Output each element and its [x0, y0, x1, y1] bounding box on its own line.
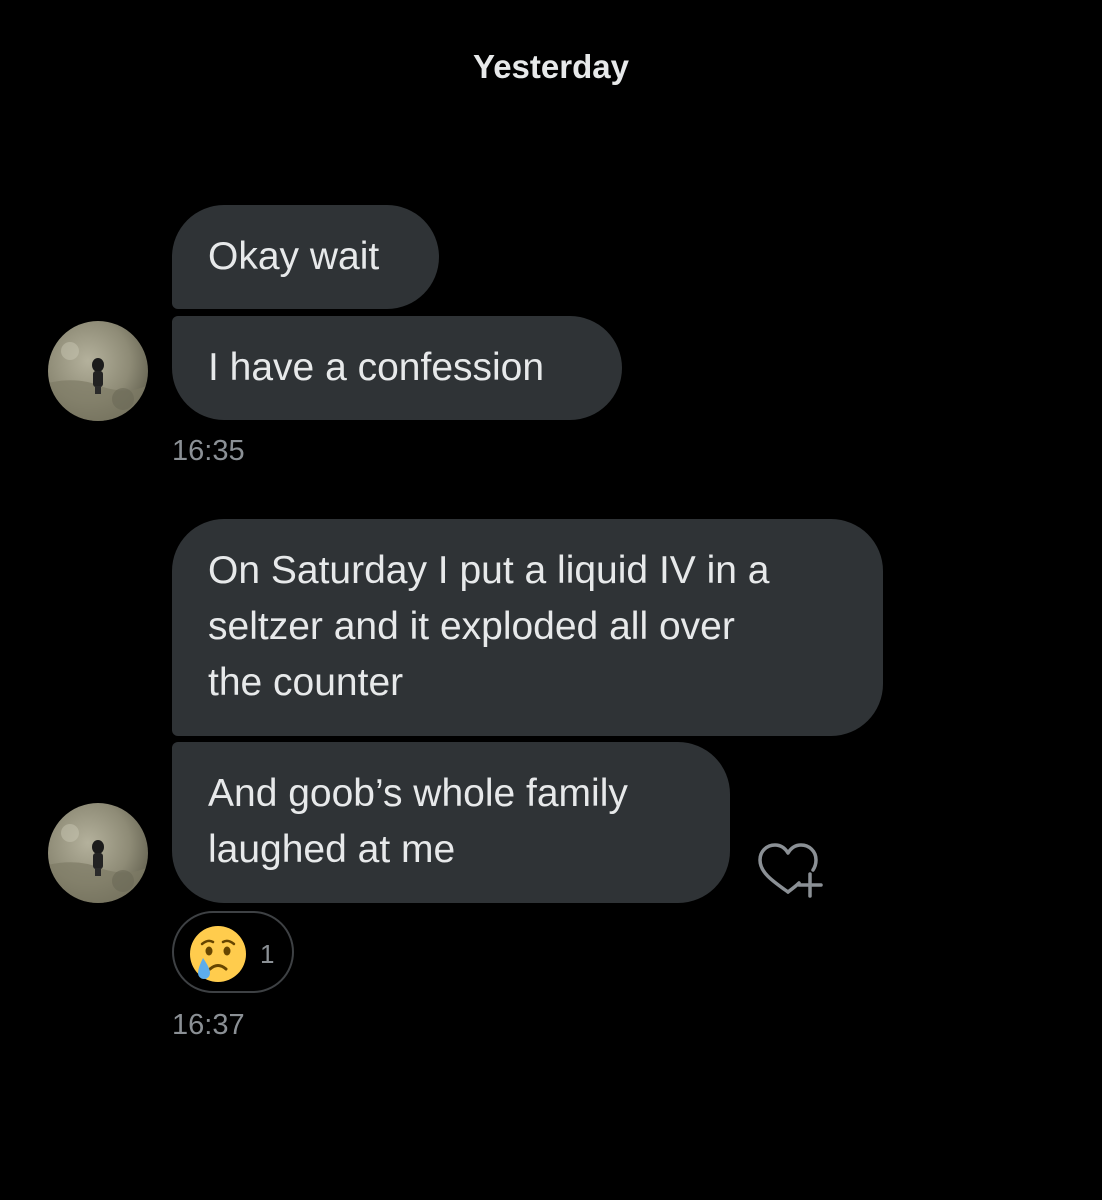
avatar[interactable]: [48, 321, 148, 421]
reaction-count: 1: [260, 939, 275, 969]
avatar[interactable]: [48, 803, 148, 903]
message-text: seltzer and it exploded all over: [208, 605, 735, 648]
message-text: And goob’s whole family: [208, 772, 628, 815]
heart-plus-icon-graphic: [758, 843, 823, 898]
avatar-photo-icon: [48, 803, 148, 903]
timestamp: 16:37: [172, 1009, 245, 1041]
message-text: the counter: [208, 661, 404, 704]
message-bubble[interactable]: On Saturday I put a liquid IV in a seltz…: [172, 519, 883, 736]
crying-face-icon: [190, 926, 246, 982]
date-header: Yesterday: [473, 48, 629, 85]
message-bubble[interactable]: Okay wait: [172, 205, 439, 309]
message-bubble[interactable]: And goob’s whole family laughed at me: [172, 742, 730, 903]
message-text: On Saturday I put a liquid IV in a: [208, 549, 770, 592]
message-text: Okay wait: [208, 235, 380, 278]
reaction-pill[interactable]: 1: [172, 911, 294, 993]
message-text: I have a confession: [208, 346, 545, 389]
avatar-photo-icon: [48, 321, 148, 421]
timestamp: 16:35: [172, 435, 245, 467]
message-text: laughed at me: [208, 828, 456, 871]
message-bubble[interactable]: I have a confession: [172, 316, 622, 420]
heart-plus-icon[interactable]: [752, 840, 826, 902]
